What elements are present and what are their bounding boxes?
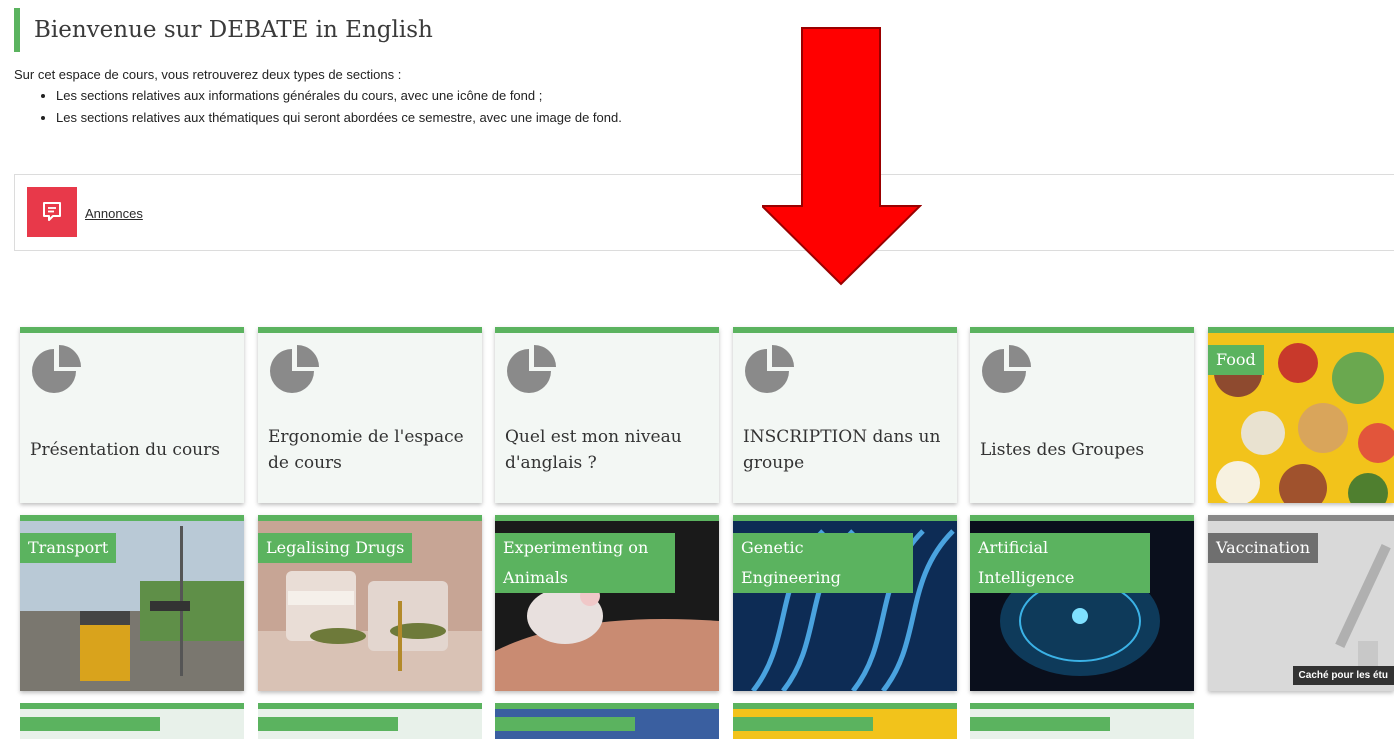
tile-legalising-drugs[interactable]: Legalising Drugs [258,515,482,691]
section-title-bar: Bienvenue sur DEBATE in English [14,8,433,52]
red-arrow-annotation [762,27,922,286]
tile-listes-groupes[interactable]: Listes des Groupes [970,327,1194,503]
announcement-icon[interactable] [27,187,77,237]
pie-chart-icon [507,345,556,393]
tile-caption: Food [1208,345,1264,375]
intro-list: Les sections relatives aux informations … [38,85,622,129]
intro-paragraph: Sur cet espace de cours, vous retrouvere… [14,67,402,82]
pie-chart-icon [270,345,319,393]
pie-chart-icon [32,345,81,393]
tile-caption: Artificial Intelligence [970,533,1150,593]
tile-vaccination[interactable]: Vaccination Caché pour les étu [1208,515,1394,691]
tile-label: Présentation du cours [30,440,220,460]
intro-bullet: Les sections relatives aux thématiques q… [56,107,622,129]
tile-niveau-anglais[interactable]: Quel est mon niveau d'anglais ? [495,327,719,503]
tile-row3[interactable] [20,703,244,739]
announcements-activity: Annonces [14,174,1394,251]
tile-label: Ergonomie de l'espace de cours [268,427,464,473]
tile-row3[interactable] [733,703,957,739]
tile-caption: Experimenting on Animals [495,533,675,593]
tile-caption: Transport [20,533,117,563]
tile-label: INSCRIPTION dans un groupe [743,427,941,473]
tile-row3[interactable] [495,703,719,739]
tile-label: Listes des Groupes [980,440,1145,460]
tile-presentation-du-cours[interactable]: Présentation du cours [20,327,244,503]
tile-artificial-intelligence[interactable]: Artificial Intelligence [970,515,1194,691]
tile-caption: Legalising Drugs [258,533,413,563]
intro-text: Sur cet espace de cours, vous retrouvere… [14,67,622,129]
tile-row3[interactable] [970,703,1194,739]
tile-food[interactable]: Food [1208,327,1394,503]
tile-experimenting-animals[interactable]: Experimenting on Animals [495,515,719,691]
tile-ergonomie[interactable]: Ergonomie de l'espace de cours [258,327,482,503]
tile-row3[interactable] [258,703,482,739]
pie-chart-icon [745,345,794,393]
tile-caption: Genetic Engineering [733,533,913,593]
tile-label: Quel est mon niveau d'anglais ? [505,427,682,473]
intro-bullet: Les sections relatives aux informations … [56,85,622,107]
tile-transport[interactable]: Transport [20,515,244,691]
announcements-link[interactable]: Annonces [85,206,143,221]
page-title: Bienvenue sur DEBATE in English [34,17,433,43]
hidden-status-badge: Caché pour les étu [1292,666,1394,685]
tile-genetic-engineering[interactable]: Genetic Engineering [733,515,957,691]
tile-caption: Vaccination [1208,533,1318,563]
tile-inscription[interactable]: INSCRIPTION dans un groupe [733,327,957,503]
pie-chart-icon [982,345,1031,393]
